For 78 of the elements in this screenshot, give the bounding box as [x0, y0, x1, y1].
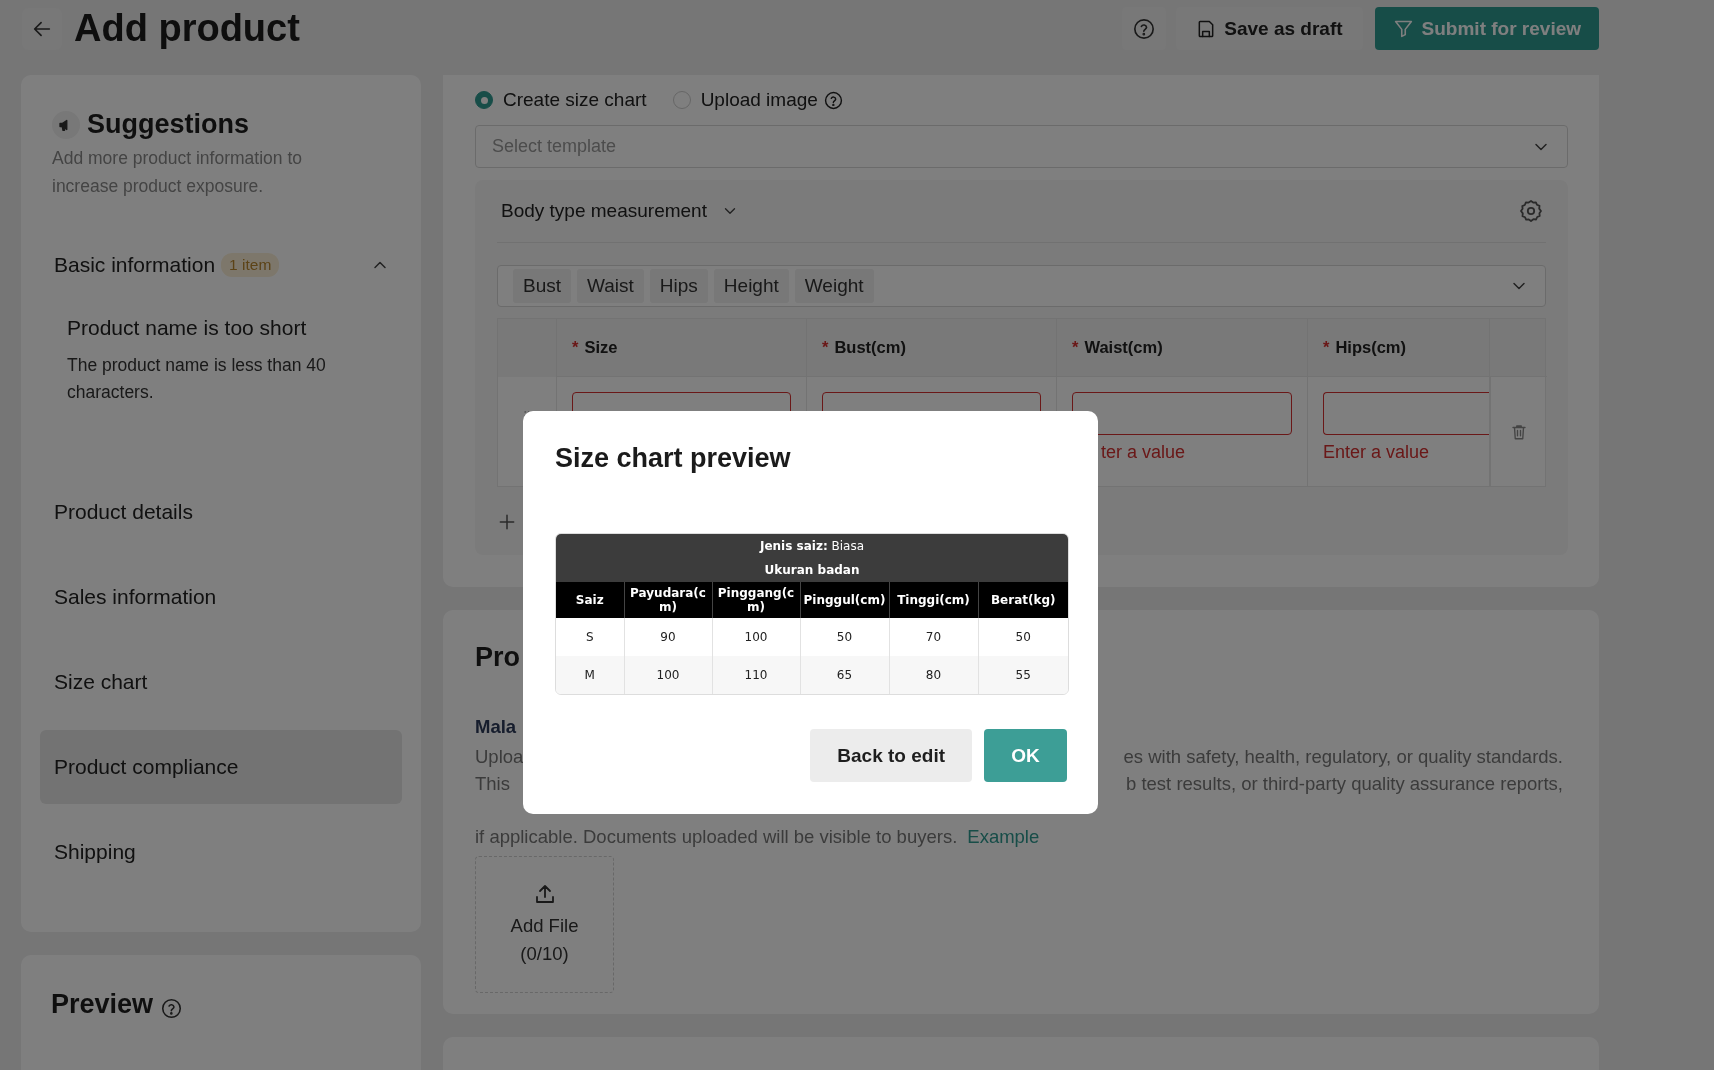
required-mark: *: [572, 338, 579, 357]
column-header: Waist(cm): [1084, 338, 1163, 357]
sidebar-item[interactable]: Size chart: [40, 645, 402, 719]
tag: Weight: [794, 269, 874, 303]
table-caption: Jenis saiz: Biasa: [759, 539, 865, 553]
column-header: Pinggul(cm): [800, 582, 889, 618]
preview-title: Preview: [51, 989, 154, 1020]
radio-option[interactable]: Create size chart: [475, 89, 647, 111]
table-cell: S: [556, 618, 624, 656]
sidebar-item-label: Shipping: [54, 840, 136, 864]
column-header: Berat(kg): [978, 582, 1068, 618]
required-mark: *: [822, 338, 829, 357]
table-subtitle: Ukuran badan: [764, 563, 860, 577]
radio-label: Create size chart: [503, 89, 647, 111]
column-header: Bust(cm): [834, 338, 906, 357]
radio-option[interactable]: Upload image: [672, 89, 843, 111]
example-link[interactable]: Example: [967, 823, 1040, 850]
error-message: Enter a value: [1323, 442, 1431, 463]
required-mark: *: [1323, 338, 1330, 357]
suggestion-title: Product name is too short: [67, 316, 308, 340]
table-cell: 65: [800, 656, 889, 694]
ok-button[interactable]: OK: [984, 729, 1067, 782]
upload-button[interactable]: Add File (0/10): [475, 856, 614, 993]
radio-button[interactable]: [475, 91, 493, 109]
table-cell: M: [556, 656, 624, 694]
page-title: Add product: [74, 7, 301, 50]
tag: Bust: [513, 269, 572, 303]
column-header: Payudara(cm): [624, 582, 712, 618]
table-cell: 110: [712, 656, 800, 694]
sidebar-item[interactable]: Sales information: [40, 560, 402, 634]
sidebar-item[interactable]: Product compliance: [40, 730, 402, 804]
radio-label: Upload image: [700, 89, 818, 111]
trash-icon[interactable]: [1510, 422, 1528, 441]
sidebar-item[interactable]: Basic information 1 item: [40, 228, 402, 302]
funnel-icon: [1392, 18, 1414, 39]
sidebar-item[interactable]: Product details: [40, 475, 402, 549]
region-label: Mala: [475, 716, 518, 738]
description-text: if applicable. Documents uploaded will be visible to buyers.: [475, 825, 958, 849]
settings-icon[interactable]: [1519, 199, 1543, 223]
sidebar-item[interactable]: Shipping: [40, 815, 402, 889]
sidebar-item-label: Product details: [54, 500, 193, 524]
description-text: b test results, or third-party quality assurance reports,: [1126, 772, 1563, 796]
help-icon[interactable]: [823, 90, 843, 110]
count-badge: 1 item: [221, 253, 280, 277]
suggestions-text: Add more product information to increase product exposure.: [52, 147, 303, 198]
column-header: Saiz: [556, 582, 624, 618]
suggestion-text: The product name is less than 40 characters.: [67, 354, 327, 404]
tag: Waist: [577, 269, 644, 303]
description-text: es with safety, health, regulatory, or quality standards.: [1123, 745, 1563, 769]
measurement-select[interactable]: Bust Waist Hips Height Weight: [497, 265, 1546, 307]
column-header: Pinggang(cm): [712, 582, 800, 618]
error-message: ter a value: [1100, 442, 1187, 463]
measurement-dropdown[interactable]: Body type measurement: [501, 200, 739, 222]
help-icon[interactable]: [161, 998, 183, 1019]
column-header: Hips(cm): [1335, 338, 1406, 357]
sidebar-item-label: Size chart: [54, 670, 148, 694]
column-header: Size: [584, 338, 618, 357]
tag: Height: [713, 269, 789, 303]
column-header: Tinggi(cm): [889, 582, 978, 618]
value-input[interactable]: [1072, 392, 1292, 435]
suggestions-title: Suggestions: [87, 109, 249, 140]
megaphone-icon: [52, 110, 80, 139]
description-text: This: [475, 772, 510, 796]
value-input[interactable]: [1323, 392, 1489, 435]
tag: Hips: [649, 269, 708, 303]
section-title: Pro: [475, 642, 521, 674]
sidebar-item-label: Product compliance: [54, 755, 239, 779]
submit-button[interactable]: Submit for review: [1374, 7, 1599, 50]
table-cell: 55: [978, 656, 1068, 694]
table-cell: 100: [624, 656, 712, 694]
description-text: Uploa: [475, 745, 524, 769]
dialog-title: Size chart preview: [555, 443, 792, 474]
table-cell: 80: [889, 656, 978, 694]
back-to-edit-button[interactable]: Back to edit: [810, 729, 972, 782]
sidebar-item-label: Basic information: [54, 253, 216, 277]
required-mark: *: [1072, 338, 1079, 357]
help-icon: [1133, 17, 1156, 40]
sidebar-item-label: Sales information: [54, 585, 217, 609]
